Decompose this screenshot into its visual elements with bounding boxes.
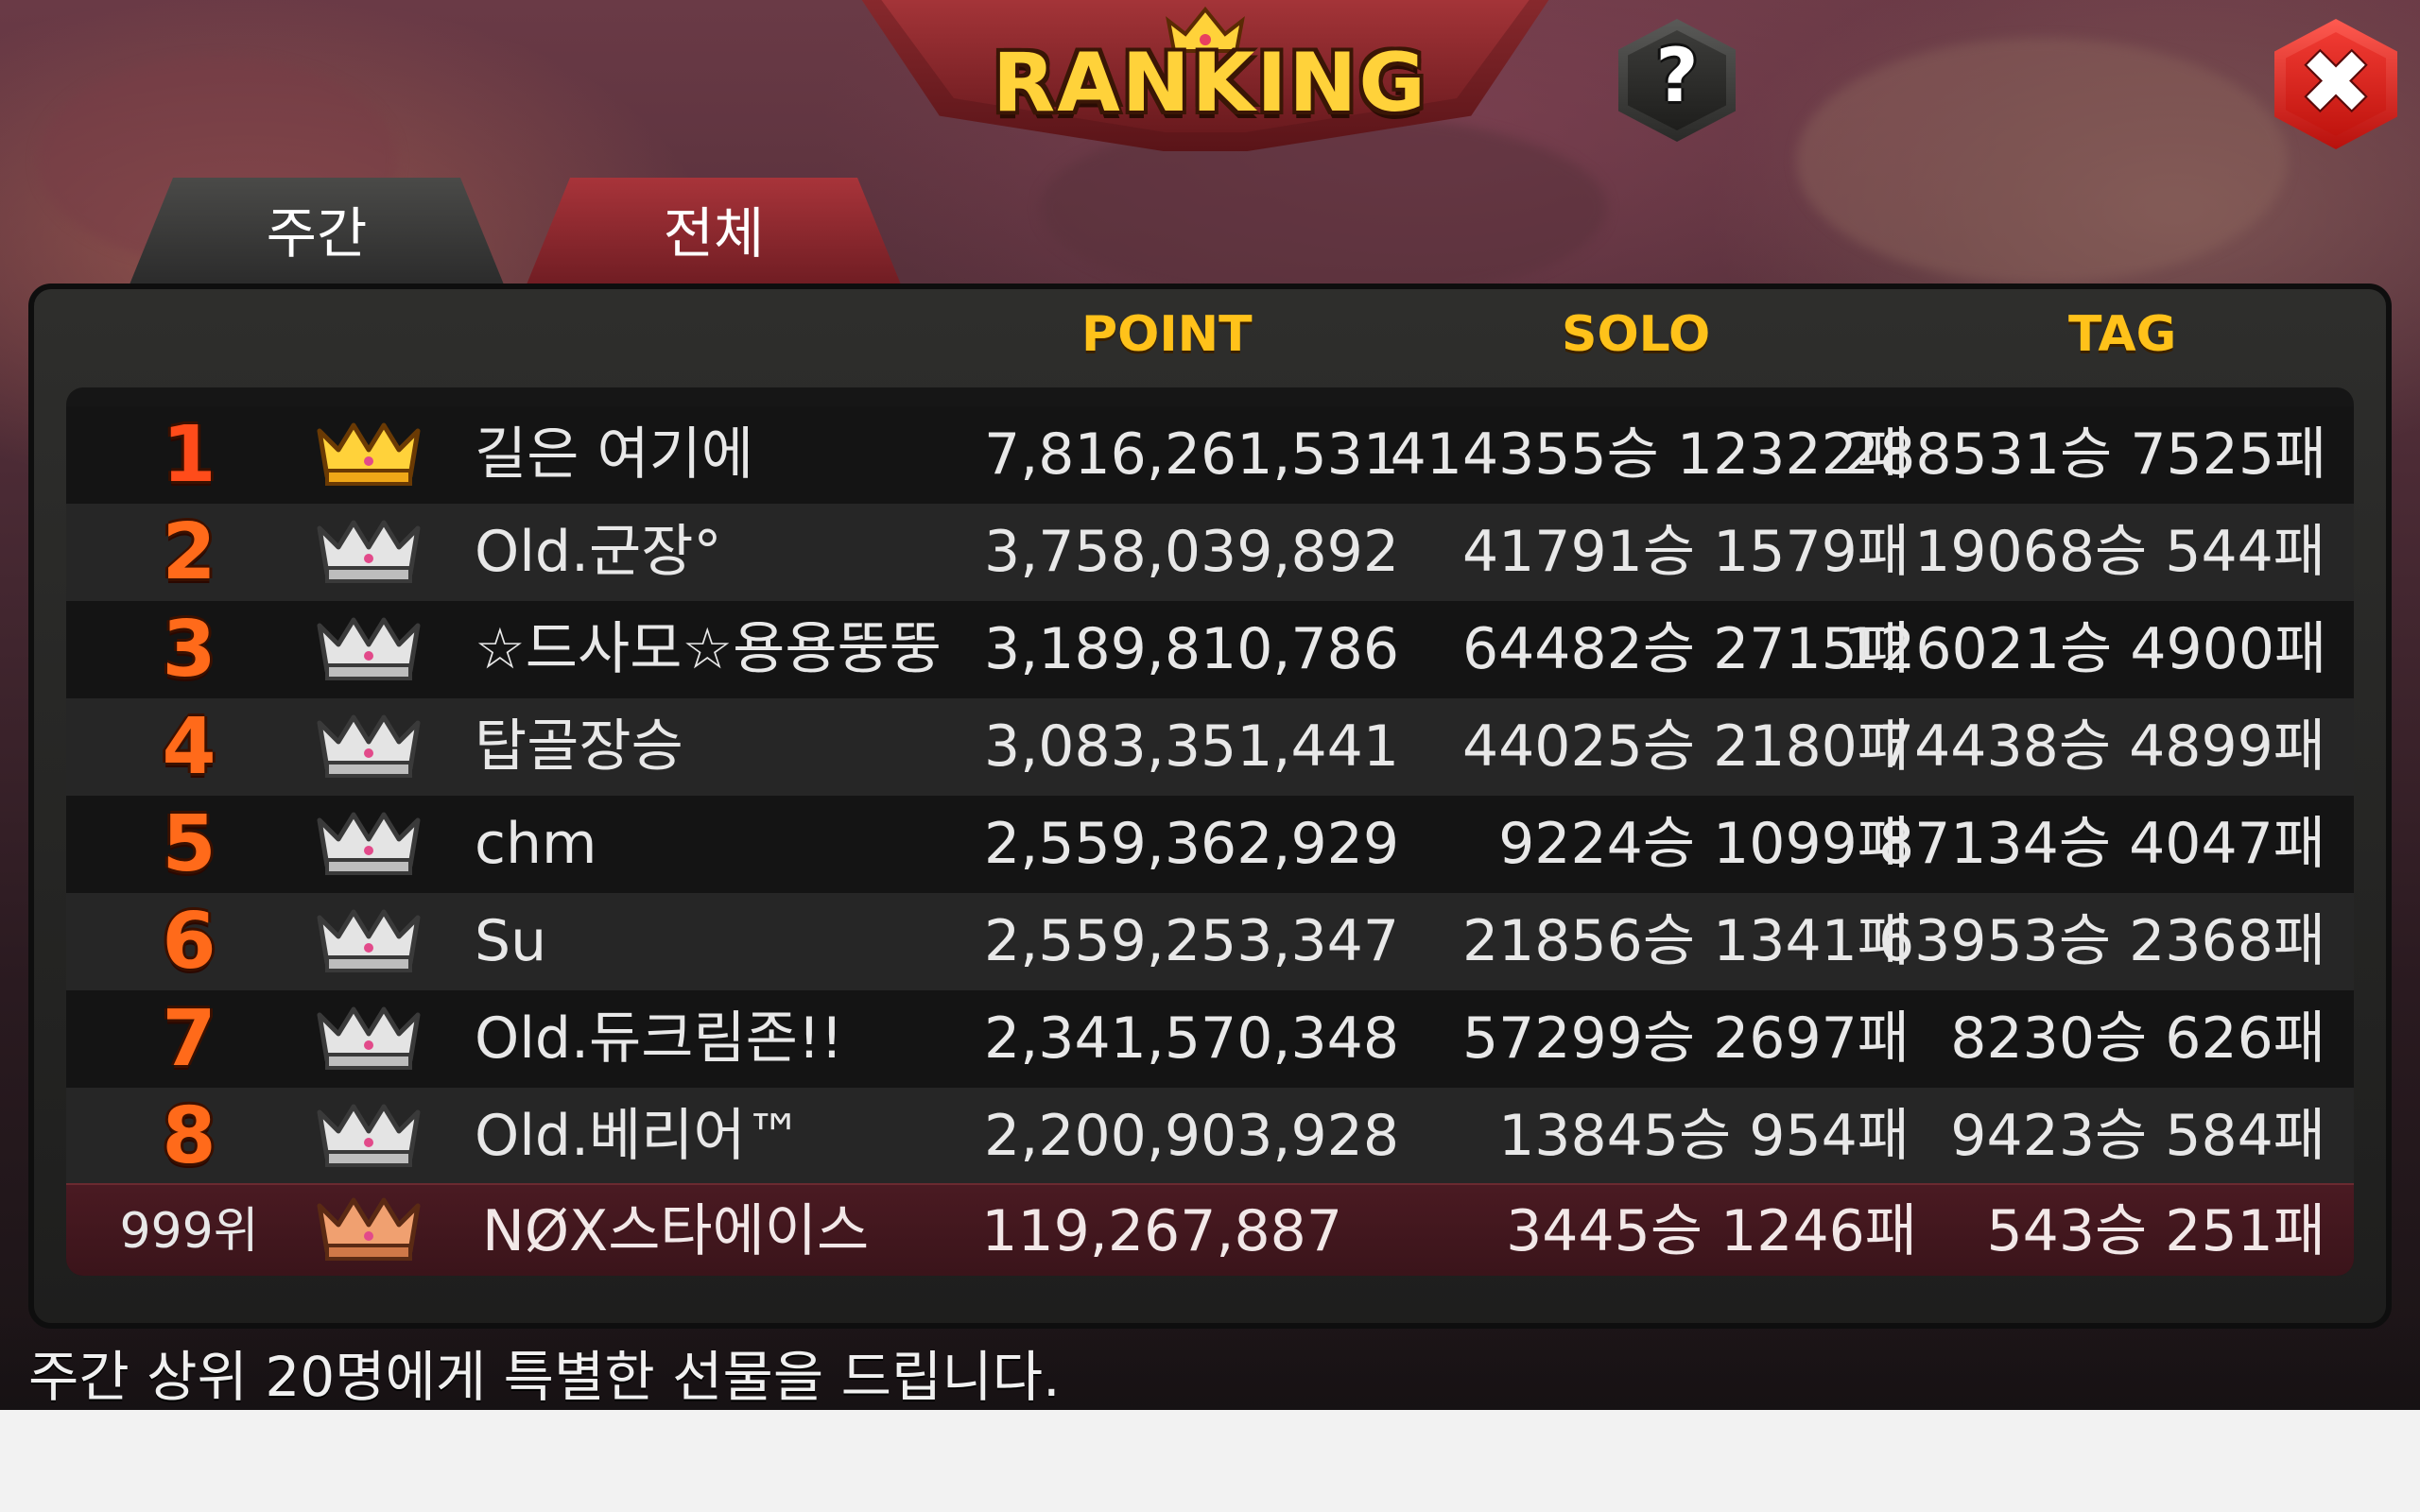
table-row[interactable]: 7 Old.듀크림존!! 2,341,570,348 57299승 2697패 … xyxy=(66,990,2354,1088)
page-title: RANKING xyxy=(993,36,1427,130)
question-icon[interactable]: ? xyxy=(1618,34,1736,119)
table-row[interactable]: 4 탑골장승 3,083,351,441 44025승 2180패 74438승… xyxy=(66,698,2354,796)
crown-icon xyxy=(317,909,421,972)
point-value: 7,816,261,531 xyxy=(984,421,1399,488)
point-value: 3,083,351,441 xyxy=(984,713,1399,780)
rank-number: 1 xyxy=(162,410,216,500)
footer-notice: 주간 상위 20명에게 특별한 선물을 드립니다. xyxy=(28,1345,1061,1409)
tab-weekly[interactable]: 주간 xyxy=(128,178,506,289)
point-value: 2,559,362,929 xyxy=(984,811,1399,877)
rank-number: 3 xyxy=(162,605,216,695)
my-point: 119,267,887 xyxy=(981,1198,1342,1264)
solo-record: 21856승 1341패 xyxy=(1461,908,1910,974)
my-solo-record: 3445승 1246패 xyxy=(1506,1198,1917,1264)
crown-icon xyxy=(317,812,421,875)
close-icon[interactable]: ✖ xyxy=(2274,32,2397,133)
solo-record: 41791승 1579패 xyxy=(1461,519,1910,585)
point-value: 2,559,253,347 xyxy=(984,908,1399,974)
rank-number: 4 xyxy=(162,702,216,792)
table-row[interactable]: 5 chm 2,559,362,929 9224승 1099패 87134승 4… xyxy=(66,796,2354,893)
tag-record: 9423승 584패 xyxy=(1950,1103,2325,1169)
tag-record: 288531승 7525패 xyxy=(1843,421,2327,488)
crown-icon xyxy=(317,1197,421,1261)
tag-record: 63953승 2368패 xyxy=(1877,908,2325,974)
solo-record: 64482승 2715패 xyxy=(1461,616,1910,682)
solo-record: 414355승 12322패 xyxy=(1390,421,1910,488)
rank-number: 8 xyxy=(162,1091,216,1181)
tag-record: 19068승 544패 xyxy=(1914,519,2325,585)
table-row[interactable]: 8 Old.베리어™ 2,200,903,928 13845승 954패 942… xyxy=(66,1088,2354,1185)
table-row[interactable]: 2 Old.군장° 3,758,039,892 41791승 1579패 190… xyxy=(66,504,2354,601)
crown-icon xyxy=(317,422,421,486)
background-cloud xyxy=(1796,38,2288,284)
rank-number: 7 xyxy=(162,994,216,1084)
table-row[interactable]: 6 Su 2,559,253,347 21856승 1341패 63953승 2… xyxy=(66,893,2354,990)
crown-icon xyxy=(317,714,421,778)
my-rank: 999위 xyxy=(119,1203,259,1260)
crown-icon xyxy=(317,617,421,680)
solo-record: 13845승 954패 xyxy=(1498,1103,1910,1169)
rank-number: 2 xyxy=(162,507,216,597)
solo-record: 57299승 2697패 xyxy=(1461,1005,1910,1072)
point-value: 2,200,903,928 xyxy=(984,1103,1399,1169)
crown-icon xyxy=(317,1006,421,1070)
crown-icon xyxy=(317,1104,421,1167)
table-row[interactable]: 1 길은 여기에 7,816,261,531 414355승 12322패 28… xyxy=(66,406,2354,504)
crown-icon xyxy=(317,520,421,583)
rank-number: 5 xyxy=(162,799,216,889)
tag-record: 126021승 4900패 xyxy=(1843,616,2327,682)
column-header-tag: TAG xyxy=(2068,306,2177,363)
point-value: 3,758,039,892 xyxy=(984,519,1399,585)
point-value: 2,341,570,348 xyxy=(984,1005,1399,1072)
point-value: 3,189,810,786 xyxy=(984,616,1399,682)
my-tag-record: 543승 251패 xyxy=(1986,1198,2325,1264)
rank-number: 6 xyxy=(162,897,216,987)
tag-record: 74438승 4899패 xyxy=(1877,713,2325,780)
tag-record: 87134승 4047패 xyxy=(1877,811,2325,877)
solo-record: 44025승 2180패 xyxy=(1461,713,1910,780)
tag-record: 8230승 626패 xyxy=(1950,1005,2325,1072)
tab-all[interactable]: 전체 xyxy=(525,178,903,289)
solo-record: 9224승 1099패 xyxy=(1498,811,1910,877)
column-header-solo: SOLO xyxy=(1562,306,1711,363)
column-header-point: POINT xyxy=(1081,306,1253,363)
table-row[interactable]: 3 ☆드사모☆용용뚱뚱 3,189,810,786 64482승 2715패 1… xyxy=(66,601,2354,698)
ranking-table: 1 길은 여기에 7,816,261,531 414355승 12322패 28… xyxy=(66,387,2354,1276)
my-rank-row[interactable]: 999위 NØX스타에이스 119,267,887 3445승 1246패 54… xyxy=(66,1183,2354,1276)
